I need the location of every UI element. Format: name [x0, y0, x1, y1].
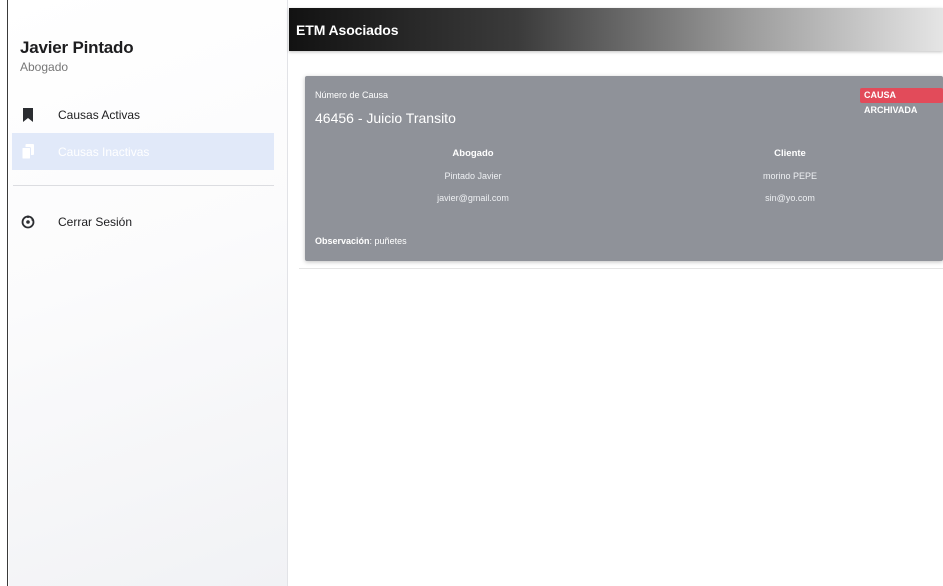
content-divider	[299, 268, 943, 269]
client-name: morino PEPE	[762, 171, 818, 181]
document-copy-icon	[20, 144, 36, 160]
sidebar-item-causas-activas[interactable]: Causas Activas	[12, 96, 274, 133]
status-badge: CAUSA ARCHIVADA	[860, 88, 943, 115]
sidebar-item-causas-inactivas[interactable]: Causas Inactivas	[12, 133, 274, 170]
user-role: Abogado	[20, 60, 69, 74]
user-name: Javier Pintado	[20, 38, 134, 57]
client-heading: Cliente	[774, 148, 806, 159]
client-column: Cliente morino PEPE sin@yo.com	[670, 148, 910, 203]
sidebar: Javier Pintado Abogado Causas Activas Ca…	[9, 0, 288, 586]
case-title: 46456 - Juicio Transito	[315, 110, 456, 126]
case-card[interactable]: Número de Causa 46456 - Juicio Transito …	[305, 76, 943, 261]
sidebar-item-label: Causas Activas	[58, 107, 141, 122]
lawyer-email: javier@gmail.com	[437, 193, 509, 203]
observation-value: puñetes	[374, 236, 407, 246]
top-bar: ETM Asociados	[289, 8, 943, 51]
lawyer-name: Pintado Javier	[444, 171, 502, 181]
bookmark-icon	[20, 107, 36, 123]
sidebar-item-label: Cerrar Sesión	[58, 214, 133, 229]
observation: Observación: puñetes	[315, 236, 407, 246]
lawyer-heading: Abogado	[452, 148, 494, 159]
power-icon	[20, 214, 36, 230]
case-number-label: Número de Causa	[315, 90, 389, 100]
divider	[13, 185, 274, 186]
brand-title: ETM Asociados	[296, 22, 399, 38]
logout-button[interactable]: Cerrar Sesión	[12, 203, 274, 240]
client-email: sin@yo.com	[765, 193, 815, 203]
observation-label: Observación	[315, 236, 370, 246]
sidebar-item-label: Causas Inactivas	[58, 144, 150, 159]
window-edge	[0, 0, 8, 586]
lawyer-column: Abogado Pintado Javier javier@gmail.com	[353, 148, 593, 203]
